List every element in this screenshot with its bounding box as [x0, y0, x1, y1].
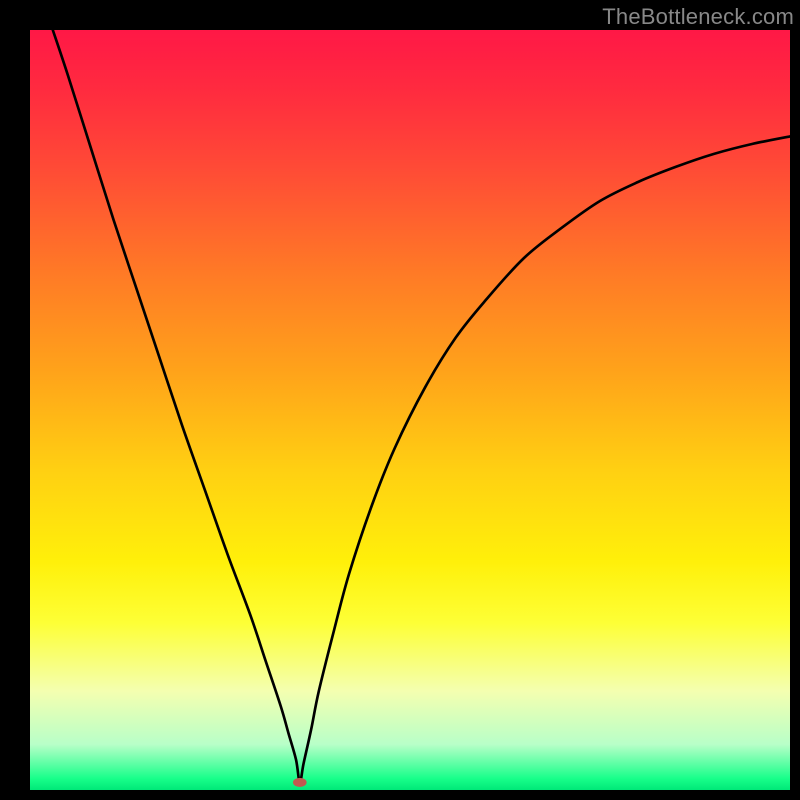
watermark-text: TheBottleneck.com: [602, 4, 794, 30]
chart-plot-area: [30, 30, 790, 790]
chart-svg: [30, 30, 790, 790]
curve-minimum-marker: [293, 778, 307, 787]
bottleneck-curve: [53, 30, 790, 782]
